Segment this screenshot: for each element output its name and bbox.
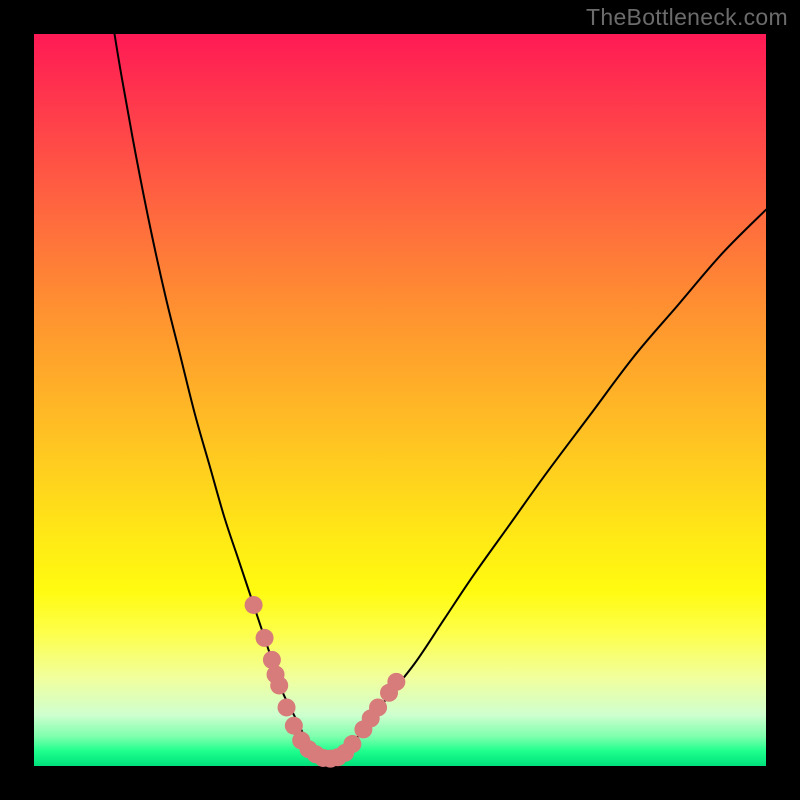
curve-marker: [369, 698, 387, 716]
curve-marker: [245, 596, 263, 614]
curve-marker: [387, 673, 405, 691]
curve-marker: [278, 698, 296, 716]
curve-markers: [245, 596, 406, 768]
curve-marker: [270, 676, 288, 694]
chart-container: TheBottleneck.com: [0, 0, 800, 800]
bottleneck-curve: [115, 34, 766, 759]
plot-area: [34, 34, 766, 766]
curve-marker: [343, 735, 361, 753]
curve-layer: [34, 34, 766, 766]
curve-marker: [256, 629, 274, 647]
watermark-text: TheBottleneck.com: [586, 4, 788, 31]
